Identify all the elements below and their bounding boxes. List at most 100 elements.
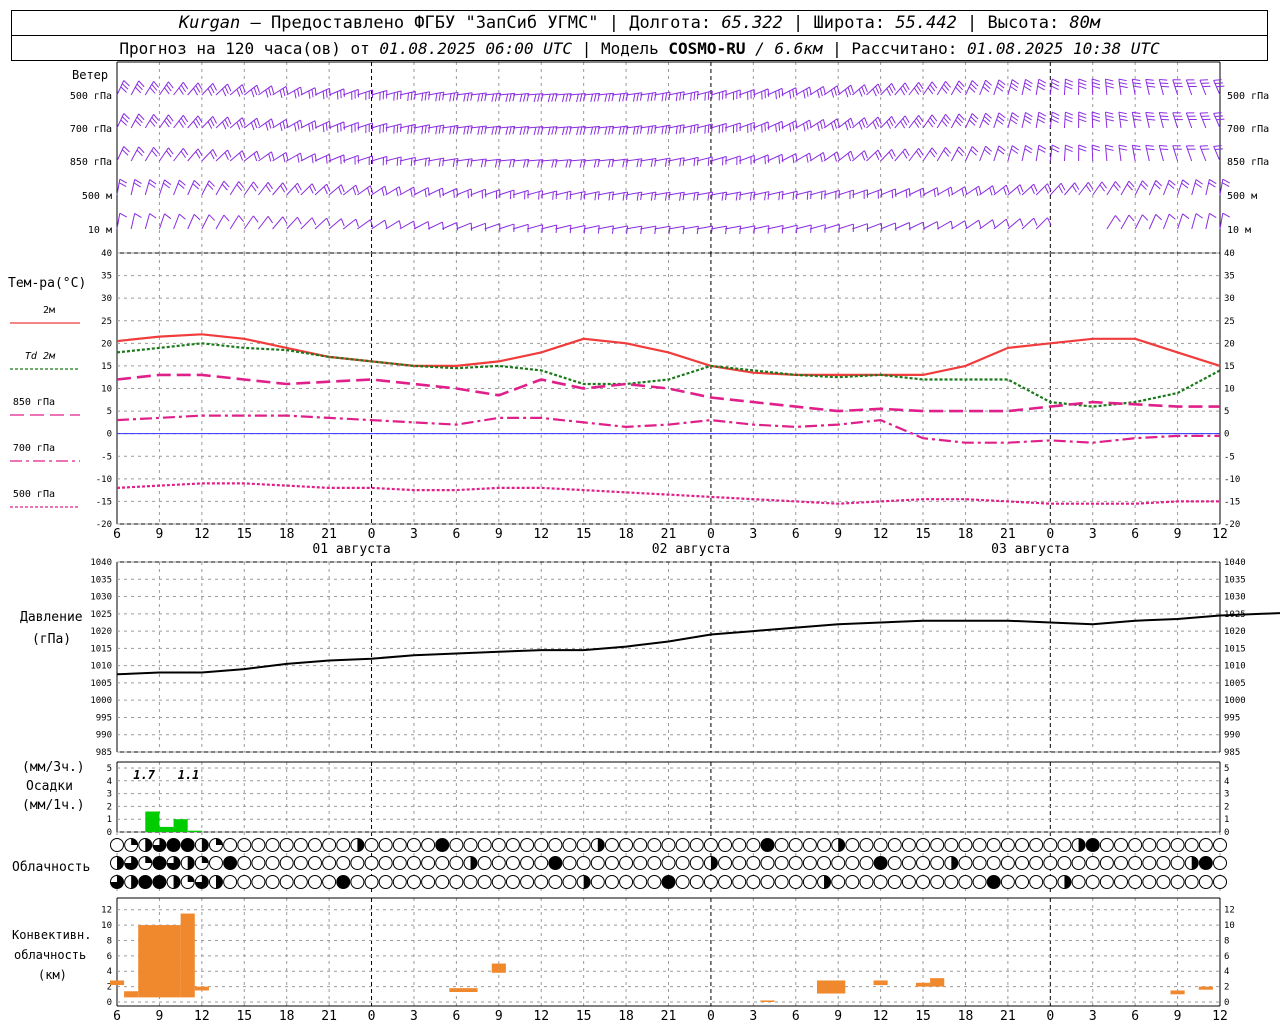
wind-barb-feather — [428, 91, 431, 100]
cloud-symbol — [1128, 875, 1143, 889]
wind-barb-feather — [816, 90, 820, 99]
wind-barb — [1158, 112, 1164, 129]
temp-tick-label-left: 30 — [101, 294, 112, 304]
wind-barb-feather — [1115, 215, 1121, 222]
wind-barb-feather — [491, 93, 495, 102]
wind-barb — [597, 191, 614, 196]
pressure-tick-label-right: 1010 — [1224, 662, 1246, 672]
wind-barb-feather — [636, 159, 639, 168]
cloud-symbol — [958, 838, 973, 852]
cloud-symbol — [223, 856, 238, 870]
wind-barb-feather — [1010, 115, 1019, 121]
wind-barb — [442, 222, 458, 230]
wind-barb — [116, 80, 125, 96]
cloud-symbol — [788, 875, 803, 889]
wind-barb-feather — [227, 149, 232, 158]
wind-barb-feather — [268, 87, 272, 96]
wind-barb — [229, 181, 240, 196]
wind-barb-feather — [1182, 213, 1190, 220]
wind-barb-feather — [833, 120, 837, 129]
cloud-symbol — [1213, 838, 1227, 852]
wind-barb-feather — [1051, 144, 1060, 149]
wind-barb-feather — [149, 213, 157, 219]
wind-barb — [654, 91, 671, 96]
wind-barb-feather — [650, 92, 654, 102]
wind-barb-feather — [955, 86, 962, 94]
wind-barb-feather — [168, 114, 174, 122]
wind-barb-feather — [622, 93, 625, 102]
cloud-symbol — [619, 875, 634, 889]
wind-barb-feather — [971, 113, 979, 120]
cloud-symbol — [505, 838, 520, 852]
cloud-symbol — [718, 875, 733, 889]
wind-barb-feather — [494, 159, 498, 168]
wind-barb-feather — [164, 87, 170, 95]
wind-barb-feather — [888, 151, 894, 160]
wind-barb — [894, 188, 910, 196]
wind-barb-feather — [182, 115, 189, 123]
wind-barb-feather — [919, 189, 922, 198]
time-axis-hour-bottom: 3 — [410, 1009, 418, 1024]
wind-barb-feather — [971, 146, 979, 153]
wind-barb — [314, 153, 330, 162]
wind-barb-feather — [336, 124, 339, 133]
conv-bar — [915, 982, 931, 987]
cloud-symbol — [604, 875, 619, 889]
wind-barb — [569, 93, 586, 96]
cloud-symbol — [689, 875, 704, 889]
wind-barb-feather — [809, 86, 812, 96]
wind-barb-feather — [250, 122, 255, 131]
wind-barb-feather — [325, 155, 328, 164]
wind-barb-feather — [256, 118, 260, 126]
wind-barb-feather — [767, 225, 770, 234]
cloud-symbol-fill — [1191, 856, 1199, 870]
wind-barb-feather — [212, 149, 218, 157]
wind-barb — [130, 213, 136, 230]
time-axis-date: 02 августа — [652, 542, 730, 557]
wind-barb-feather — [927, 120, 934, 128]
cloud-symbol — [477, 875, 492, 889]
wind-barb-feather — [809, 119, 812, 129]
wind-barb-feather — [438, 189, 441, 198]
wind-barb-feather — [668, 125, 671, 134]
wind-barb — [880, 222, 896, 230]
cloud-symbol — [265, 875, 280, 889]
wind-barb-feather — [533, 94, 537, 103]
wind-barb-feather — [625, 92, 629, 101]
wind-barb — [767, 153, 783, 162]
wind-barb — [753, 225, 770, 230]
wind-barb-feather — [943, 150, 950, 157]
time-axis-hour-bottom: 3 — [1089, 1009, 1097, 1024]
cloud-symbol — [774, 838, 789, 852]
wind-barb-feather — [355, 218, 359, 227]
wind-barb-feather — [241, 150, 246, 159]
wind-barb-feather — [268, 153, 272, 162]
wind-barb-feather — [1078, 82, 1087, 86]
cloud-symbol — [534, 838, 549, 852]
wind-barb — [201, 180, 210, 196]
wind-barb — [357, 89, 373, 96]
cloud-symbol — [378, 856, 393, 870]
pressure-tick-label-right: 1035 — [1224, 575, 1246, 585]
wind-barb-feather — [297, 88, 300, 97]
wind-barb — [767, 120, 783, 129]
wind-barb — [1213, 80, 1221, 96]
pressure-tick-label-right: 1000 — [1224, 696, 1246, 706]
wind-barb-feather — [764, 156, 766, 165]
cloud-symbol — [958, 856, 973, 870]
wind-barb — [1063, 78, 1066, 96]
wind-barb-feather — [945, 81, 951, 88]
cloud-symbol — [845, 838, 860, 852]
cloud-symbol — [520, 838, 535, 852]
wind-barb-feather — [265, 184, 271, 193]
wind-barb — [357, 219, 371, 230]
cloud-symbol — [491, 838, 506, 852]
wind-barb-feather — [996, 86, 1004, 92]
wind-barb-feather — [1003, 187, 1007, 196]
wind-barb-feather — [1160, 115, 1169, 117]
wind-barb-feather — [704, 92, 706, 101]
wind-barb — [597, 92, 614, 96]
wind-barb-feather — [343, 154, 345, 163]
wind-barb-feather — [180, 150, 187, 159]
wind-barb — [159, 81, 169, 96]
